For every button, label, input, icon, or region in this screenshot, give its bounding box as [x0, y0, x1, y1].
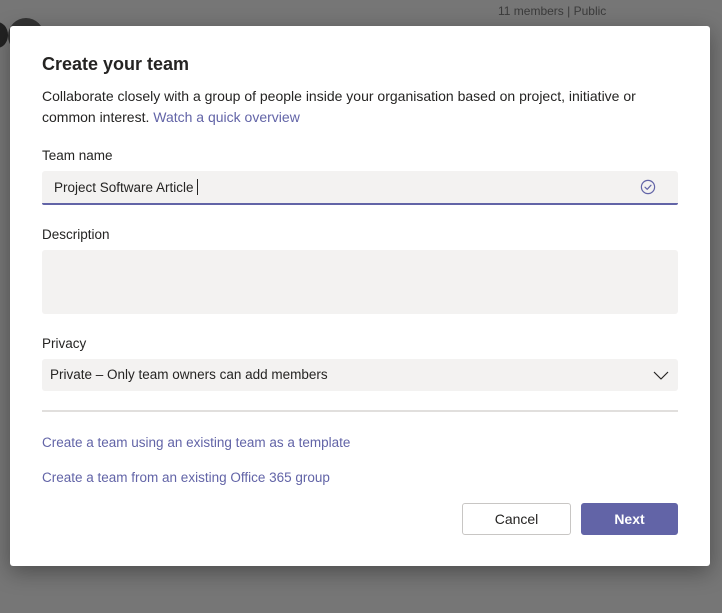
dialog-title: Create your team [42, 54, 190, 74]
chevron-down-icon [653, 371, 669, 380]
description-label: Description [42, 227, 110, 242]
team-name-value: Project Software Article [54, 180, 194, 195]
dialog-intro: Collaborate closely with a group of peop… [42, 86, 662, 128]
create-team-dialog: Create your team Collaborate closely wit… [10, 26, 710, 566]
section-divider [42, 410, 678, 412]
team-name-label: Team name [42, 148, 113, 163]
team-name-input[interactable]: Project Software Article [42, 171, 678, 205]
team-name-value-wrap: Project Software Article [54, 179, 198, 195]
next-button[interactable]: Next [581, 503, 678, 535]
intro-text: Collaborate closely with a group of peop… [42, 88, 636, 125]
background-team-members-text: 11 members | Public [498, 4, 607, 18]
description-input[interactable] [42, 250, 678, 314]
create-from-template-link[interactable]: Create a team using an existing team as … [42, 435, 350, 450]
text-caret [196, 179, 198, 195]
watch-overview-link[interactable]: Watch a quick overview [153, 109, 300, 125]
privacy-label: Privacy [42, 336, 87, 351]
cancel-button[interactable]: Cancel [462, 503, 571, 535]
privacy-selected-value: Private – Only team owners can add membe… [50, 367, 328, 382]
create-from-office365-group-link[interactable]: Create a team from an existing Office 36… [42, 470, 330, 485]
privacy-dropdown[interactable]: Private – Only team owners can add membe… [42, 359, 678, 391]
check-circle-icon [640, 179, 656, 195]
